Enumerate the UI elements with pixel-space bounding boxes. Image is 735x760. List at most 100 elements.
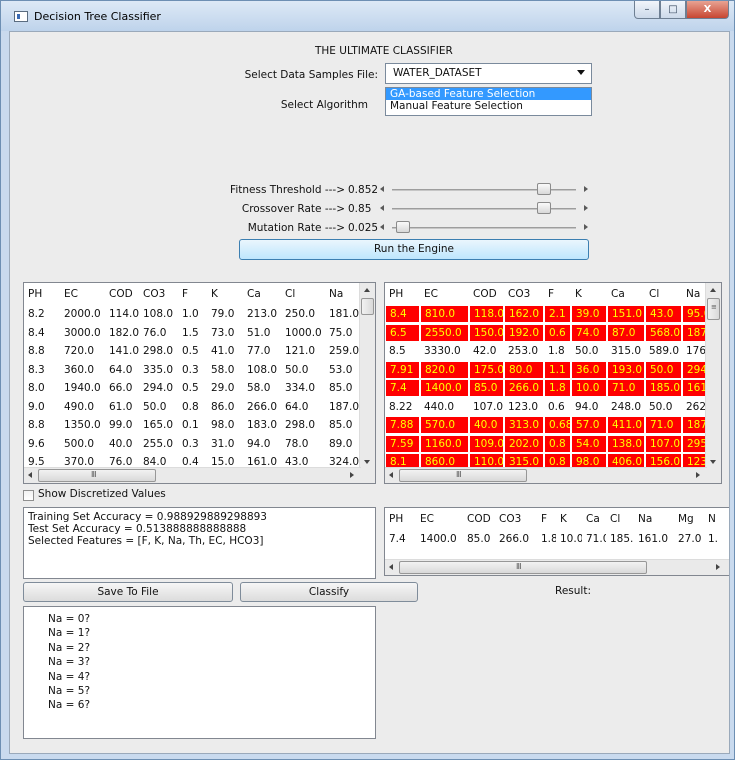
table-cell[interactable]: 7.4 — [385, 530, 416, 548]
minimize-button[interactable]: – — [634, 1, 660, 19]
table-cell[interactable]: 51.0 — [243, 324, 281, 342]
table-cell[interactable]: 77.0 — [243, 342, 281, 360]
tree-node[interactable]: Na = 3? — [48, 655, 375, 669]
table-cell[interactable]: 64.0 — [105, 361, 139, 379]
column-header[interactable]: EC — [60, 283, 105, 305]
table-cell[interactable]: 94.0 — [571, 398, 607, 416]
table-cell[interactable]: 253.0 — [504, 342, 544, 360]
table-cell[interactable]: 1.5 — [178, 324, 207, 342]
table-cell[interactable]: 109.0 — [469, 434, 504, 453]
table-cell[interactable]: 411.0 — [607, 416, 645, 434]
table-cell[interactable]: 1400.0 — [420, 379, 469, 397]
column-header[interactable]: Na — [634, 508, 674, 530]
table-cell[interactable]: 75.0 — [325, 324, 361, 342]
algorithm-list[interactable]: GA-based Feature Selection Manual Featur… — [385, 87, 592, 116]
table-cell[interactable]: 123.0 — [504, 398, 544, 416]
table-cell[interactable]: 187.0 — [325, 398, 361, 416]
fitness-slider-thumb[interactable] — [536, 183, 551, 195]
column-header[interactable]: Mg — [674, 508, 704, 530]
sample-table-hscroll[interactable]: Ⅲ — [385, 559, 729, 575]
column-header[interactable]: COD — [469, 283, 504, 305]
table-cell[interactable]: 79.0 — [207, 305, 243, 323]
maximize-button[interactable]: □ — [660, 1, 686, 19]
tree-node[interactable]: Na = 0? — [48, 612, 375, 626]
column-header[interactable]: CO3 — [504, 283, 544, 305]
table-cell[interactable]: 42.0 — [469, 342, 504, 360]
table-cell[interactable]: 3000.0 — [60, 324, 105, 342]
fitness-slider[interactable] — [378, 183, 590, 196]
column-header[interactable]: Na — [682, 283, 707, 305]
table-cell[interactable]: 64.0 — [281, 398, 325, 416]
table-cell[interactable]: 262.0 — [682, 398, 707, 416]
column-header[interactable]: PH — [24, 283, 60, 305]
column-header[interactable]: CO3 — [495, 508, 537, 530]
table-cell[interactable]: 71.0 — [645, 416, 682, 434]
table-cell[interactable]: 114.0 — [105, 305, 139, 323]
table-cell[interactable]: 213.0 — [243, 305, 281, 323]
table-cell[interactable]: 66.0 — [105, 379, 139, 397]
table-cell[interactable]: 1400.0 — [416, 530, 463, 548]
table-cell[interactable]: 1.1 — [544, 360, 571, 379]
table-cell[interactable]: 334.0 — [281, 379, 325, 397]
table-cell[interactable]: 250.0 — [281, 305, 325, 323]
table-cell[interactable]: 98.0 — [207, 416, 243, 434]
table-cell[interactable]: 71.0 — [607, 379, 645, 397]
table-cell[interactable]: 151.0 — [607, 305, 645, 323]
table-cell[interactable]: 294.0 — [139, 379, 178, 397]
table-cell[interactable]: 820.0 — [420, 360, 469, 379]
table-cell[interactable]: 85.0 — [325, 379, 361, 397]
table-cell[interactable]: 87.0 — [607, 323, 645, 342]
table-cell[interactable]: 185.0 — [645, 379, 682, 397]
column-header[interactable]: K — [556, 508, 582, 530]
table-cell[interactable]: 9.6 — [24, 435, 60, 453]
table-cell[interactable]: 720.0 — [60, 342, 105, 360]
table-cell[interactable]: 8.0 — [24, 379, 60, 397]
table-cell[interactable]: 7.88 — [385, 416, 420, 434]
data-table-vscroll-thumb[interactable] — [361, 298, 374, 315]
table-cell[interactable]: 80.0 — [504, 360, 544, 379]
column-header[interactable]: PH — [385, 508, 416, 530]
table-cell[interactable]: 0.68 — [544, 416, 571, 434]
column-header[interactable]: COD — [105, 283, 139, 305]
table-cell[interactable]: 313.0 — [504, 416, 544, 434]
table-cell[interactable]: 85.0 — [325, 416, 361, 434]
table-cell[interactable]: 40.0 — [105, 435, 139, 453]
table-cell[interactable]: 8.8 — [24, 342, 60, 360]
sample-table[interactable]: PH EC COD CO3 F K Ca Cl Na Mg N 7.4 1400.0 85.0 266.0 1… — [384, 507, 729, 576]
table-cell[interactable]: 71.0 — [582, 530, 606, 548]
table-cell[interactable]: 315.0 — [607, 342, 645, 360]
tree-node[interactable]: Na = 1? — [48, 626, 375, 640]
title-bar[interactable]: Decision Tree Classifier – □ X — [1, 1, 734, 31]
table-cell[interactable]: 1. — [704, 530, 727, 548]
table-cell[interactable]: 181.0 — [325, 305, 361, 323]
table-cell[interactable]: 0.8 — [178, 398, 207, 416]
crossover-slider[interactable] — [378, 202, 590, 215]
column-header[interactable]: Na — [325, 283, 361, 305]
table-cell[interactable]: 1000.0 — [281, 324, 325, 342]
data-table[interactable]: PH EC COD CO3 F K Ca Cl Na 8.2 2000.0 114.0 108.0 1.0… — [23, 282, 376, 484]
table-cell[interactable]: 57.0 — [571, 416, 607, 434]
table-cell[interactable]: 266.0 — [243, 398, 281, 416]
table-cell[interactable]: 99.0 — [105, 416, 139, 434]
table-cell[interactable]: 1.0 — [178, 305, 207, 323]
save-to-file-button[interactable]: Save To File — [23, 582, 233, 602]
table-cell[interactable]: 94.0 — [243, 435, 281, 453]
table-cell[interactable]: 74.0 — [571, 323, 607, 342]
table-cell[interactable]: 50.0 — [571, 342, 607, 360]
table-cell[interactable]: 8.4 — [24, 324, 60, 342]
table-cell[interactable]: 295.0 — [682, 434, 707, 453]
table-cell[interactable]: 6.5 — [385, 323, 420, 342]
column-header[interactable]: Ca — [582, 508, 606, 530]
table-cell[interactable]: 360.0 — [60, 361, 105, 379]
table-cell[interactable]: 53.0 — [325, 361, 361, 379]
table-cell[interactable]: 3330.0 — [420, 342, 469, 360]
table-cell[interactable]: 41.0 — [207, 342, 243, 360]
table-cell[interactable]: 76.0 — [139, 324, 178, 342]
table-cell[interactable]: 8.5 — [385, 342, 420, 360]
column-header[interactable]: EC — [416, 508, 463, 530]
table-cell[interactable]: 0.5 — [178, 342, 207, 360]
table-cell[interactable]: 162.0 — [504, 305, 544, 323]
table-cell[interactable]: 108.0 — [243, 361, 281, 379]
table-cell[interactable]: 440.0 — [420, 398, 469, 416]
column-header[interactable]: Cl — [645, 283, 682, 305]
